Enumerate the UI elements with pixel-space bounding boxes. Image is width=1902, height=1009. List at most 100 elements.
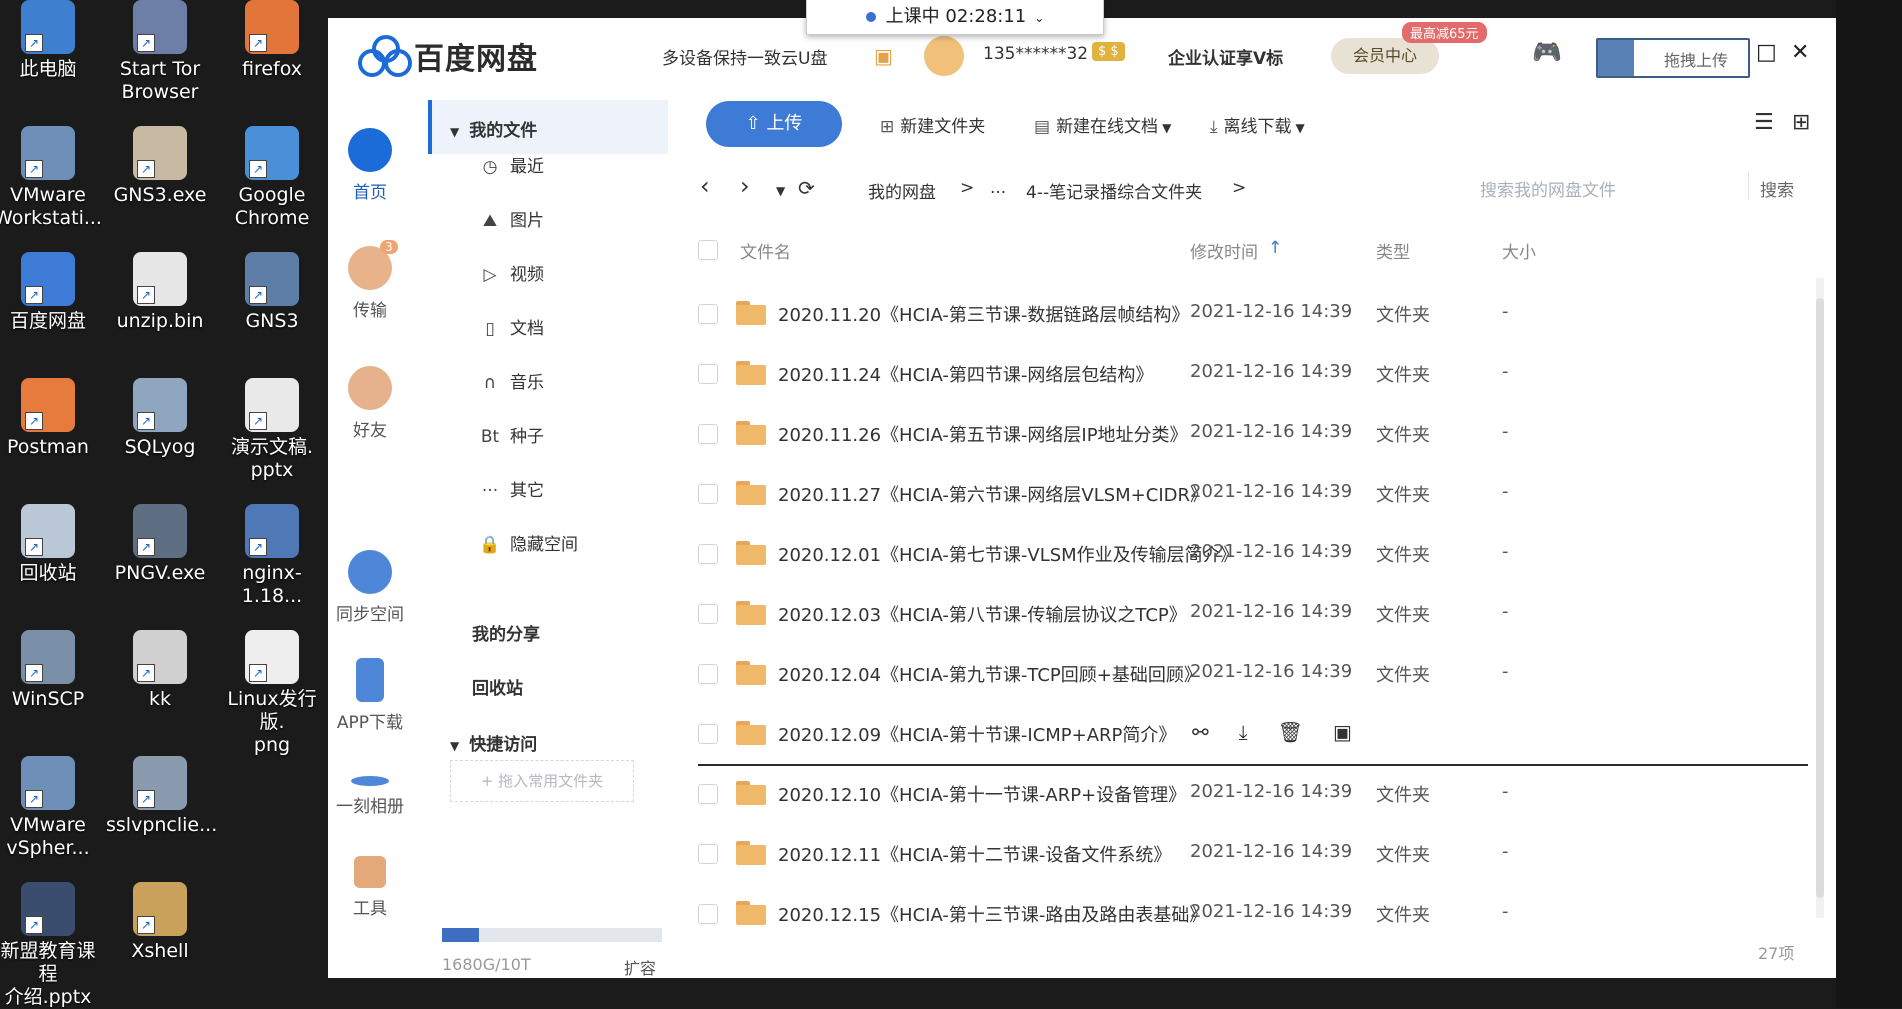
expand-storage-link[interactable]: 扩容 xyxy=(624,955,656,978)
desktop-icon[interactable]: ↗ VMware vSpher... xyxy=(0,756,102,860)
header-name[interactable]: 文件名 xyxy=(740,238,791,263)
desktop-icon[interactable]: ↗ 此电脑 xyxy=(0,0,102,81)
desktop-icon[interactable]: ↗ 百度网盘 xyxy=(0,252,102,333)
side-item-headphone[interactable]: ∩ 音乐 xyxy=(478,368,544,393)
desktop-icon[interactable]: ↗ 演示文稿. pptx xyxy=(218,378,326,482)
desktop-icon[interactable]: ↗ VMware Workstati... xyxy=(0,126,102,230)
table-row[interactable]: 2020.11.20《HCIA-第三节课-数据链路层帧结构》 2021-12-16… xyxy=(698,284,1808,344)
row-checkbox[interactable] xyxy=(698,904,718,924)
refresh-icon[interactable]: ⟳ xyxy=(798,176,815,200)
nav-app-download[interactable]: APP下载 xyxy=(328,658,412,733)
table-row[interactable]: 2020.11.27《HCIA-第六节课-网络层VLSM+CIDR》 2021-1… xyxy=(698,464,1808,524)
desktop-icon[interactable]: ↗ Start Tor Browser xyxy=(106,0,214,104)
vip-level-icon[interactable]: $ $ xyxy=(1092,42,1125,61)
header-type[interactable]: 类型 xyxy=(1376,238,1410,263)
desktop-icon[interactable]: ↗ Linux发行版. png xyxy=(218,630,326,757)
side-item-image[interactable]: ⛰ 图片 xyxy=(478,206,544,231)
table-row[interactable]: 2020.12.10《HCIA-第十一节课-ARP+设备管理》 2021-12-1… xyxy=(698,764,1808,824)
row-checkbox[interactable] xyxy=(698,364,718,384)
desktop-icon[interactable]: ↗ Google Chrome xyxy=(218,126,326,230)
row-checkbox[interactable] xyxy=(698,304,718,324)
maximize-icon[interactable]: □ xyxy=(1756,40,1777,65)
sync-promo-link[interactable]: 多设备保持一致云U盘 xyxy=(662,44,827,69)
search-button[interactable]: 搜索 xyxy=(1760,176,1794,201)
my-share-item[interactable]: 我的分享 xyxy=(472,620,540,645)
row-checkbox[interactable] xyxy=(698,844,718,864)
enterprise-link[interactable]: 企业认证享V标 xyxy=(1168,44,1283,69)
nav-home[interactable]: 首页 xyxy=(328,128,412,203)
avatar[interactable] xyxy=(924,36,964,76)
desktop-icon[interactable]: ↗ PNGV.exe xyxy=(106,504,214,585)
select-all-checkbox[interactable] xyxy=(698,240,718,260)
quick-add-dropzone[interactable]: + 拖入常用文件夹 xyxy=(450,760,634,802)
row-checkbox[interactable] xyxy=(698,604,718,624)
forward-arrow-icon[interactable]: › xyxy=(740,172,750,200)
app-logo[interactable]: 百度网盘 xyxy=(358,34,538,78)
search-input[interactable]: 搜索我的网盘文件 xyxy=(1480,176,1616,201)
new-folder-button[interactable]: ⊞ 新建文件夹 xyxy=(880,112,985,137)
file-name[interactable]: 2020.12.11《HCIA-第十二节课-设备文件系统》 xyxy=(778,841,1171,867)
quick-access-item[interactable]: ▼ 快捷访问 xyxy=(450,730,537,755)
desktop-icon[interactable]: ↗ 回收站 xyxy=(0,504,102,585)
row-checkbox[interactable] xyxy=(698,544,718,564)
delete-icon[interactable]: 🗑 xyxy=(1278,720,1303,744)
file-name[interactable]: 2020.12.15《HCIA-第十三节课-路由及路由表基础》 xyxy=(778,901,1207,927)
desktop-icon[interactable]: ↗ SQLyog xyxy=(106,378,214,459)
history-dropdown-icon[interactable]: ▼ xyxy=(776,184,785,198)
scrollbar-thumb[interactable] xyxy=(1816,298,1824,898)
desktop-icon[interactable]: ↗ firefox xyxy=(218,0,326,81)
file-name[interactable]: 2020.12.03《HCIA-第八节课-传输层协议之TCP》 xyxy=(778,601,1187,627)
file-name[interactable]: 2020.12.01《HCIA-第七节课-VLSM作业及传输层简介》 xyxy=(778,541,1239,567)
desktop-icon[interactable]: ↗ WinSCP xyxy=(0,630,102,711)
recycle-bin-item[interactable]: 回收站 xyxy=(472,674,523,699)
breadcrumb-ellipsis[interactable]: ... xyxy=(990,178,1006,198)
desktop-icon[interactable]: ↗ unzip.bin xyxy=(106,252,214,333)
table-row[interactable]: 2020.11.24《HCIA-第四节课-网络层包结构》 2021-12-16 1… xyxy=(698,344,1808,404)
desktop-icon[interactable]: ↗ sslvpnclie... xyxy=(106,756,217,837)
new-online-doc-button[interactable]: ▤ 新建在线文档 ▼ xyxy=(1034,112,1171,137)
account-name[interactable]: 135******32 xyxy=(983,44,1088,64)
file-name[interactable]: 2020.12.10《HCIA-第十一节课-ARP+设备管理》 xyxy=(778,781,1186,807)
download-icon[interactable]: ⤓ xyxy=(1239,720,1248,744)
table-row[interactable]: 2020.12.11《HCIA-第十二节课-设备文件系统》 2021-12-16 … xyxy=(698,824,1808,884)
header-time[interactable]: 修改时间 xyxy=(1190,238,1258,263)
share-icon[interactable]: ⚯ xyxy=(1192,720,1209,744)
desktop-icon[interactable]: ↗ kk xyxy=(106,630,214,711)
grid-view-icon[interactable]: ⊞ xyxy=(1792,110,1810,135)
table-row[interactable]: 2020.12.03《HCIA-第八节课-传输层协议之TCP》 2021-12-1… xyxy=(698,584,1808,644)
side-item-lock[interactable]: 🔒 隐藏空间 xyxy=(478,530,578,555)
table-row[interactable]: 2020.12.01《HCIA-第七节课-VLSM作业及传输层简介》 2021-1… xyxy=(698,524,1808,584)
header-size[interactable]: 大小 xyxy=(1502,238,1536,263)
close-icon[interactable]: ✕ xyxy=(1791,40,1809,65)
row-checkbox[interactable] xyxy=(698,664,718,684)
table-row[interactable]: 2020.12.09《HCIA-第十节课-ICMP+ARP简介》 ⚯ ⤓ 🗑 ▣ xyxy=(698,704,1808,766)
file-name[interactable]: 2020.11.26《HCIA-第五节课-网络层IP地址分类》 xyxy=(778,421,1188,447)
class-timer[interactable]: 上课中 02:28:11 ⌄ xyxy=(806,0,1104,35)
file-name[interactable]: 2020.11.20《HCIA-第三节课-数据链路层帧结构》 xyxy=(778,301,1189,327)
desktop-icon[interactable]: ↗ GNS3.exe xyxy=(106,126,214,207)
sort-icon[interactable]: ☰ xyxy=(1754,110,1774,135)
row-checkbox[interactable] xyxy=(698,784,718,804)
my-files-item[interactable]: ▼ 我的文件 xyxy=(450,116,537,141)
nav-tools[interactable]: 工具 xyxy=(328,856,412,919)
nav-transfer[interactable]: 传输 3 xyxy=(328,240,412,321)
offline-download-button[interactable]: ⤓ 离线下载 ▼ xyxy=(1210,112,1305,137)
side-item-doc[interactable]: ▯ 文档 xyxy=(478,314,544,339)
side-item-more[interactable]: ··· 其它 xyxy=(478,476,544,501)
desktop-icon[interactable]: ↗ Xshell xyxy=(106,882,214,963)
game-icon[interactable]: 🎮 xyxy=(1532,38,1562,66)
nav-album[interactable]: 一刻相册 xyxy=(328,756,412,817)
nav-friends[interactable]: 好友 xyxy=(328,366,412,441)
desktop-icon[interactable]: ↗ Postman xyxy=(0,378,102,459)
gift-icon[interactable]: ▣ xyxy=(874,44,893,68)
desktop-icon[interactable]: ↗ GNS3 xyxy=(218,252,326,333)
back-arrow-icon[interactable]: ‹ xyxy=(700,172,710,200)
upload-button[interactable]: ⇧ 上传 xyxy=(706,101,842,147)
side-item-bt[interactable]: Bt 种子 xyxy=(478,422,544,447)
sort-asc-icon[interactable]: ↑ xyxy=(1268,238,1282,258)
side-item-play[interactable]: ▷ 视频 xyxy=(478,260,544,285)
file-name[interactable]: 2020.12.04《HCIA-第九节课-TCP回顾+基础回顾》 xyxy=(778,661,1202,687)
scrollbar[interactable] xyxy=(1816,278,1824,918)
nav-sync[interactable]: 同步空间 xyxy=(328,550,412,625)
file-name[interactable]: 2020.11.24《HCIA-第四节课-网络层包结构》 xyxy=(778,361,1153,387)
